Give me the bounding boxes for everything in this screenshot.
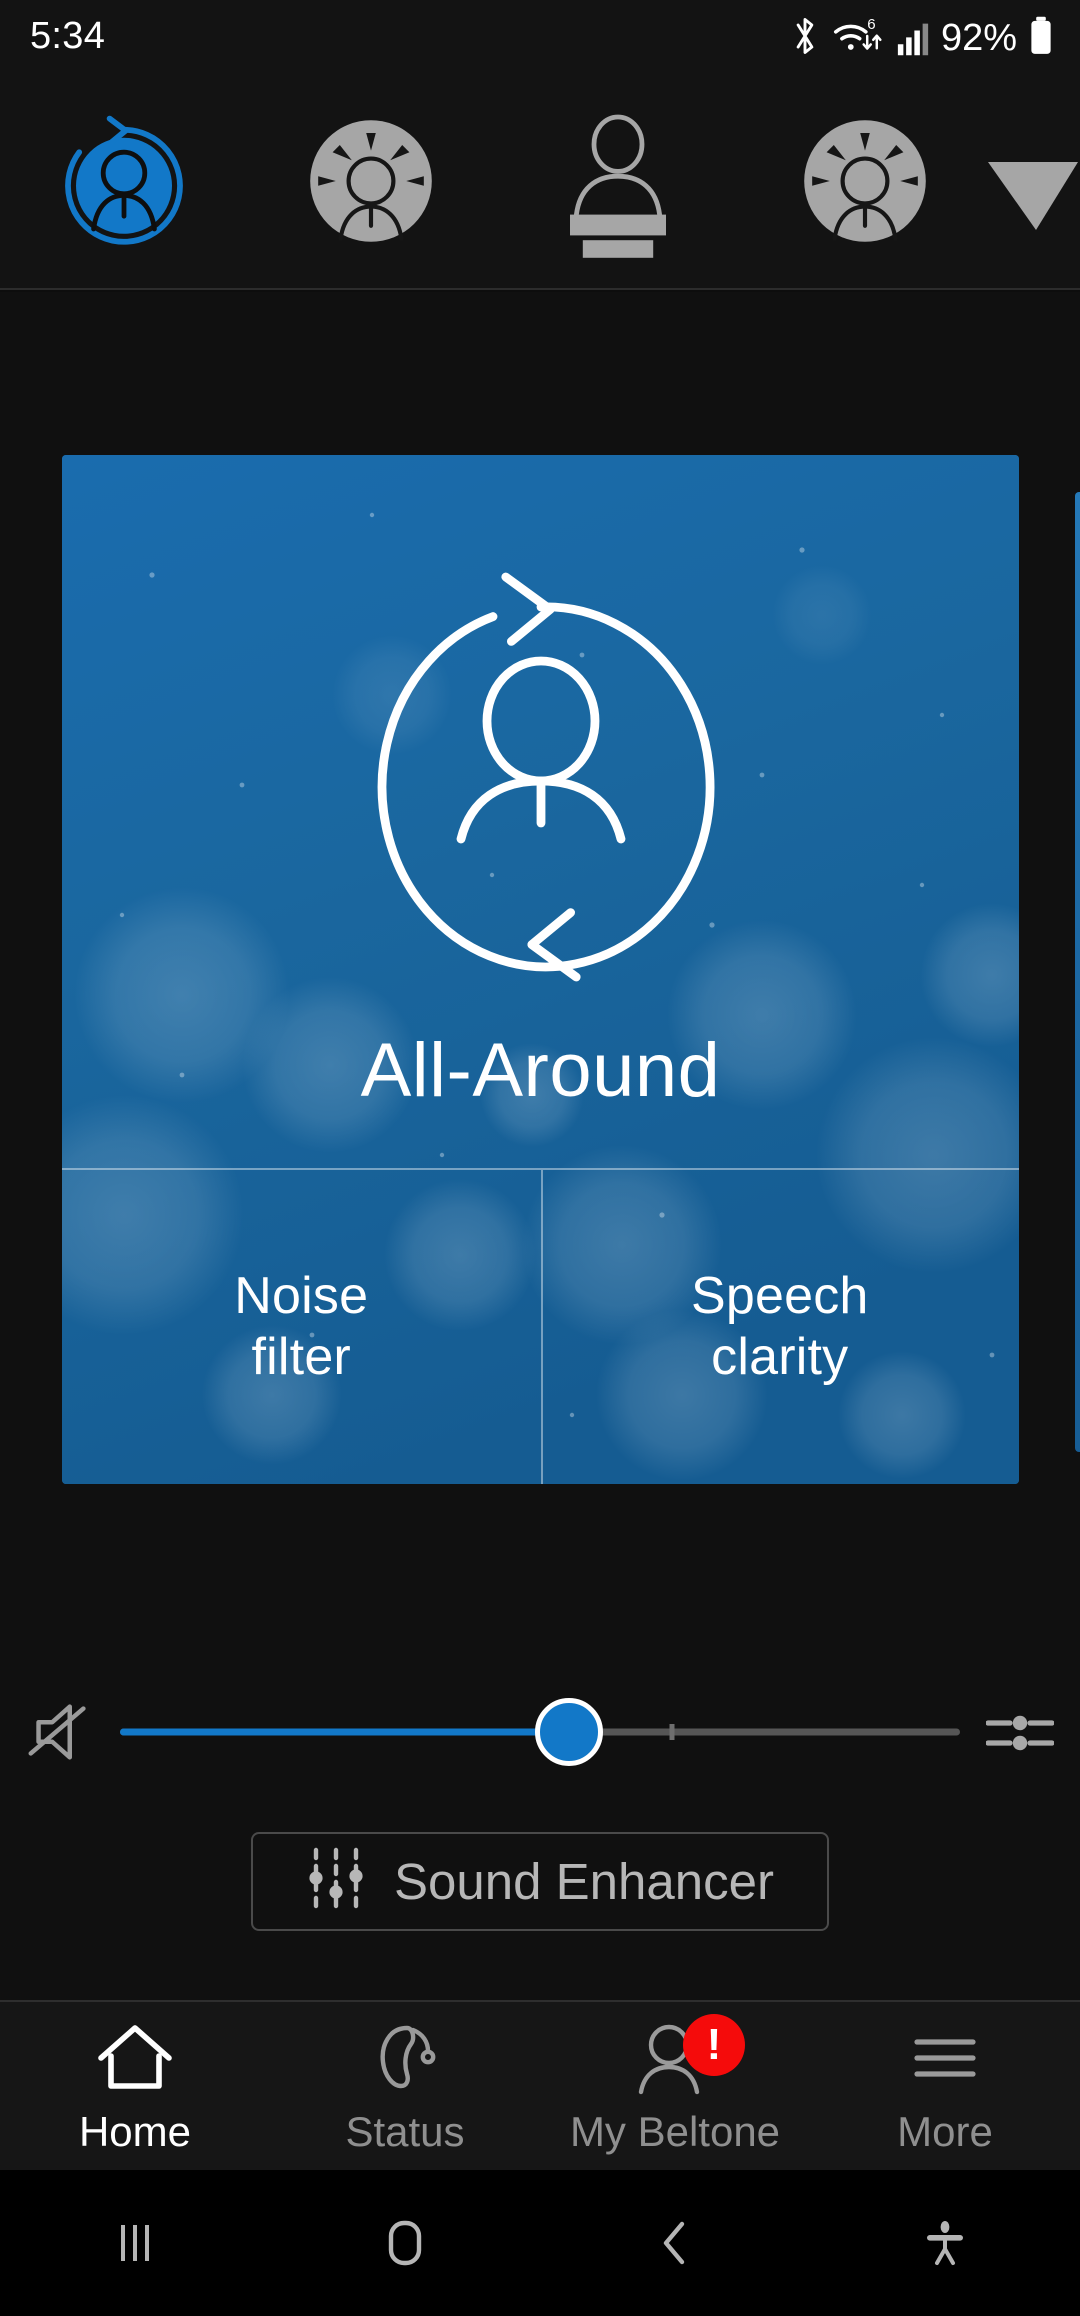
- android-accessibility-button[interactable]: [810, 2217, 1080, 2269]
- balance-icon: [986, 1715, 1054, 1751]
- noise-filter-line-2: filter: [251, 1328, 351, 1386]
- balance-button[interactable]: [960, 1709, 1080, 1755]
- wifi-6-icon: 6: [833, 16, 882, 50]
- program-selector[interactable]: [0, 72, 1080, 289]
- volume-default-tick: [669, 1724, 675, 1740]
- android-back-button[interactable]: [540, 2216, 810, 2270]
- home-icon-wrap: [95, 2018, 175, 2098]
- restaurant-icon: [309, 119, 432, 242]
- battery-percent: 92%: [940, 17, 1017, 59]
- android-home-button[interactable]: [270, 2214, 540, 2272]
- speech-clarity-button[interactable]: Speech clarity: [541, 1170, 1020, 1484]
- mute-button[interactable]: [0, 1693, 120, 1771]
- volume-slider-thumb[interactable]: [535, 1698, 604, 1766]
- chevron-right-icon: [988, 161, 1078, 230]
- hearing-aid-icon-wrap: [365, 2018, 445, 2098]
- hearing-aid-icon: [380, 2025, 436, 2089]
- nav-label-home: Home: [78, 2108, 192, 2155]
- program-item-all-around[interactable]: [0, 72, 247, 289]
- program-card-features: Noise filter Speech clarity: [62, 1170, 1019, 1484]
- battery-icon: [1031, 16, 1051, 54]
- nav-label-more: More: [897, 2108, 993, 2155]
- sound-enhancer-label: Sound Enhancer: [394, 1853, 774, 1910]
- android-recent-apps-button[interactable]: [0, 2215, 270, 2271]
- nav-item-status[interactable]: Status: [270, 2002, 540, 2172]
- person-icon-wrap: !: [635, 2014, 745, 2098]
- speech-clarity-line-1: Speech: [690, 1266, 869, 1325]
- program-card[interactable]: All-Around Noise filter Speech clarity: [62, 455, 1019, 1484]
- status-badge: !: [683, 2014, 745, 2076]
- all-around-icon: [377, 572, 714, 982]
- program-item-restaurant-2[interactable]: [741, 72, 988, 289]
- home-button-icon: [388, 2220, 422, 2266]
- program-card-title: All-Around: [360, 1028, 721, 1113]
- nav-item-home[interactable]: Home: [0, 2002, 270, 2172]
- svg-text:6: 6: [867, 16, 875, 33]
- volume-control-row: [0, 1677, 1080, 1787]
- all-around-icon: [64, 115, 183, 245]
- sound-enhancer-button[interactable]: Sound Enhancer: [251, 1832, 829, 1931]
- status-icons: 6 92%: [788, 14, 1054, 58]
- nav-label-status: Status: [345, 2108, 465, 2155]
- hamburger-icon-wrap: [905, 2018, 985, 2098]
- equalizer-icon: [309, 1847, 363, 1916]
- speech-clarity-line-2: clarity: [711, 1328, 849, 1386]
- volume-slider[interactable]: [120, 1677, 960, 1787]
- hamburger-icon: [914, 2039, 976, 2077]
- program-scroll-more[interactable]: [988, 72, 1080, 289]
- home-icon: [98, 2025, 172, 2089]
- program-item-lecture[interactable]: [494, 72, 741, 289]
- bottom-navigation: Home Status ! My Beltone More: [0, 2000, 1080, 2170]
- accessibility-icon: [927, 2221, 963, 2265]
- nav-item-my-beltone[interactable]: ! My Beltone: [540, 2002, 810, 2172]
- cellular-signal-icon: [897, 23, 929, 56]
- noise-filter-button[interactable]: Noise filter: [62, 1170, 541, 1484]
- status-clock: 5:34: [30, 14, 106, 57]
- mute-speaker-icon: [28, 1704, 86, 1760]
- nav-item-more[interactable]: More: [810, 2002, 1080, 2172]
- nav-label-my-beltone: My Beltone: [569, 2108, 781, 2155]
- recent-apps-icon: [121, 2225, 149, 2261]
- volume-track-fill: [120, 1728, 570, 1736]
- program-card-top: All-Around: [62, 455, 1019, 1168]
- bluetooth-icon: [796, 18, 814, 54]
- status-bar: 5:34 6 92%: [0, 0, 1080, 72]
- lecture-podium-icon: [569, 114, 666, 258]
- noise-filter-line-1: Noise: [234, 1266, 369, 1325]
- back-icon: [663, 2221, 685, 2265]
- phone-screen: 5:34 6 92% All-Around Noise filter Speec…: [0, 0, 1080, 2316]
- android-navigation-bar: [0, 2170, 1080, 2316]
- program-selector-divider: [0, 288, 1080, 290]
- program-item-restaurant-1[interactable]: [247, 72, 494, 289]
- main-content: All-Around Noise filter Speech clarity S…: [0, 292, 1080, 2000]
- restaurant-icon: [803, 119, 926, 242]
- next-program-card-peek[interactable]: [1075, 492, 1080, 1452]
